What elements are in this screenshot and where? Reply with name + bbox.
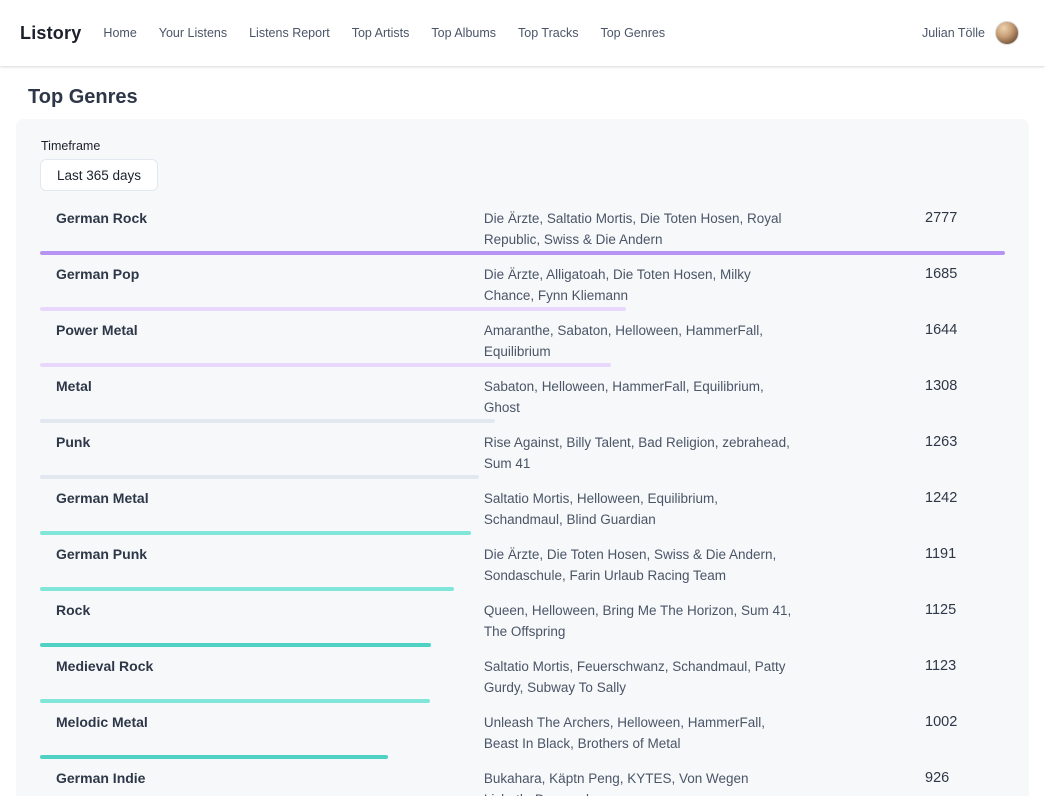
nav-your-listens[interactable]: Your Listens bbox=[159, 26, 227, 40]
main-nav: Home Your Listens Listens Report Top Art… bbox=[103, 26, 665, 40]
genre-row: German Metal Saltatio Mortis, Helloween,… bbox=[40, 479, 1005, 535]
genre-row: Melodic Metal Unleash The Archers, Hello… bbox=[40, 703, 1005, 759]
genre-name: Rock bbox=[40, 600, 484, 621]
genre-count: 926 bbox=[925, 768, 1005, 789]
nav-top-albums[interactable]: Top Albums bbox=[431, 26, 496, 40]
genre-count: 1308 bbox=[925, 376, 1005, 397]
genre-name: Melodic Metal bbox=[40, 712, 484, 733]
genre-artists: Die Ärzte, Die Toten Hosen, Swiss & Die … bbox=[484, 544, 793, 586]
genre-artists: Unleash The Archers, Helloween, HammerFa… bbox=[484, 712, 793, 754]
genre-row: Medieval Rock Saltatio Mortis, Feuerschw… bbox=[40, 647, 1005, 703]
genre-count: 1002 bbox=[925, 712, 1005, 733]
genre-row: German Rock Die Ärzte, Saltatio Mortis, … bbox=[40, 199, 1005, 255]
genre-row: German Indie Bukahara, Käptn Peng, KYTES… bbox=[40, 759, 1005, 796]
genre-artists: Die Ärzte, Alligatoah, Die Toten Hosen, … bbox=[484, 264, 793, 306]
genre-count: 1125 bbox=[925, 600, 1005, 621]
genre-name: Medieval Rock bbox=[40, 656, 484, 677]
genre-count: 1644 bbox=[925, 320, 1005, 341]
genre-count: 1685 bbox=[925, 264, 1005, 285]
genre-name: German Punk bbox=[40, 544, 484, 565]
genre-name: German Rock bbox=[40, 208, 484, 229]
user-avatar bbox=[995, 21, 1019, 45]
page-title: Top Genres bbox=[28, 86, 1029, 109]
genre-count: 2777 bbox=[925, 208, 1005, 229]
navbar: Listory Home Your Listens Listens Report… bbox=[0, 0, 1045, 66]
user-menu[interactable]: Julian Tölle bbox=[922, 21, 1019, 45]
genre-name: Power Metal bbox=[40, 320, 484, 341]
genre-name: Punk bbox=[40, 432, 484, 453]
nav-top-tracks[interactable]: Top Tracks bbox=[518, 26, 578, 40]
genre-artists: Sabaton, Helloween, HammerFall, Equilibr… bbox=[484, 376, 793, 418]
top-genres-card: Timeframe Last 365 days German Rock Die … bbox=[16, 119, 1029, 796]
genre-count: 1123 bbox=[925, 656, 1005, 677]
genre-row: Metal Sabaton, Helloween, HammerFall, Eq… bbox=[40, 367, 1005, 423]
app-logo[interactable]: Listory bbox=[20, 23, 81, 44]
genre-name: German Metal bbox=[40, 488, 484, 509]
genres-table: German Rock Die Ärzte, Saltatio Mortis, … bbox=[40, 199, 1005, 796]
timeframe-label: Timeframe bbox=[41, 139, 1005, 153]
genre-artists: Saltatio Mortis, Feuerschwanz, Schandmau… bbox=[484, 656, 793, 698]
genre-name: German Pop bbox=[40, 264, 484, 285]
main-content: Top Genres Timeframe Last 365 days Germa… bbox=[0, 86, 1045, 796]
genre-row: Power Metal Amaranthe, Sabaton, Hellowee… bbox=[40, 311, 1005, 367]
genre-artists: Saltatio Mortis, Helloween, Equilibrium,… bbox=[484, 488, 793, 530]
timeframe-select[interactable]: Last 365 days bbox=[40, 159, 158, 191]
genre-artists: Amaranthe, Sabaton, Helloween, HammerFal… bbox=[484, 320, 793, 362]
genre-artists: Queen, Helloween, Bring Me The Horizon, … bbox=[484, 600, 793, 642]
genre-count: 1242 bbox=[925, 488, 1005, 509]
genre-name: German Indie bbox=[40, 768, 484, 789]
genre-count: 1191 bbox=[925, 544, 1005, 565]
genre-row: Rock Queen, Helloween, Bring Me The Hori… bbox=[40, 591, 1005, 647]
genre-row: German Punk Die Ärzte, Die Toten Hosen, … bbox=[40, 535, 1005, 591]
nav-home[interactable]: Home bbox=[103, 26, 136, 40]
nav-top-artists[interactable]: Top Artists bbox=[352, 26, 410, 40]
user-name: Julian Tölle bbox=[922, 26, 985, 40]
genre-row: Punk Rise Against, Billy Talent, Bad Rel… bbox=[40, 423, 1005, 479]
genre-name: Metal bbox=[40, 376, 484, 397]
nav-listens-report[interactable]: Listens Report bbox=[249, 26, 330, 40]
nav-top-genres[interactable]: Top Genres bbox=[600, 26, 665, 40]
genre-artists: Bukahara, Käptn Peng, KYTES, Von Wegen L… bbox=[484, 768, 793, 796]
genre-artists: Rise Against, Billy Talent, Bad Religion… bbox=[484, 432, 793, 474]
genre-artists: Die Ärzte, Saltatio Mortis, Die Toten Ho… bbox=[484, 208, 793, 250]
genre-count: 1263 bbox=[925, 432, 1005, 453]
genre-row: German Pop Die Ärzte, Alligatoah, Die To… bbox=[40, 255, 1005, 311]
